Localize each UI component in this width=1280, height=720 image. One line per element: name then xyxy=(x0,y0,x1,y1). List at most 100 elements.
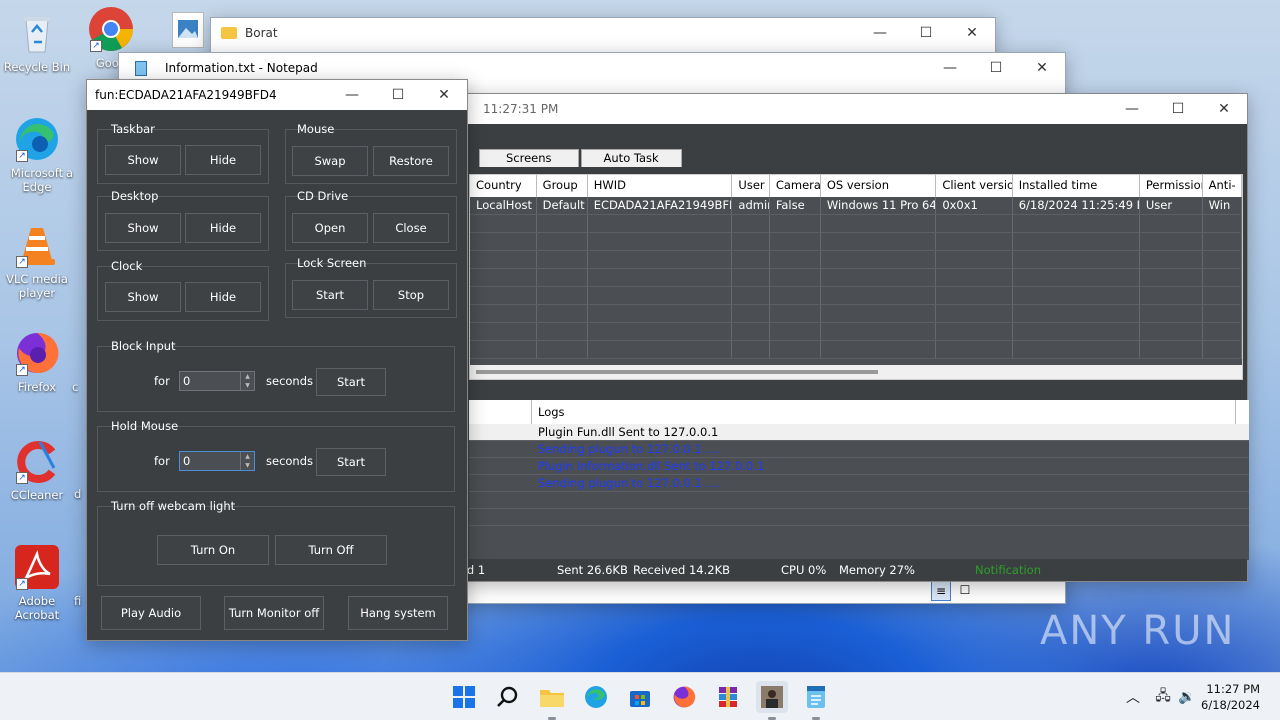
lock-screen-start-button[interactable]: Start xyxy=(292,280,368,310)
log-line[interactable]: Plugin Fun.dll Sent to 127.0.0.1 xyxy=(469,424,1249,441)
desktop-icon-edge[interactable]: ↗ Microsoft Edge xyxy=(0,116,74,194)
table-row[interactable] xyxy=(470,287,1242,305)
table-cell xyxy=(1203,233,1242,250)
taskbar-clock[interactable]: 11:27 PM 6/18/2024 xyxy=(1201,681,1260,713)
lock-screen-stop-button[interactable]: Stop xyxy=(373,280,449,310)
log-line[interactable]: Sending plugun to 127.0.0.1 .... xyxy=(469,475,1249,492)
minimize-button[interactable]: — xyxy=(927,53,973,83)
grid-column-header[interactable]: Installed time xyxy=(1013,175,1140,197)
table-row[interactable] xyxy=(470,269,1242,287)
maximize-button[interactable]: ☐ xyxy=(973,53,1019,83)
desktop-show-button[interactable]: Show xyxy=(105,213,181,243)
stepper-arrows-icon[interactable]: ▲ ▼ xyxy=(240,372,254,390)
desktop-icon-vlc[interactable]: ↗ VLC media player xyxy=(0,222,74,300)
close-button[interactable]: ✕ xyxy=(1019,53,1065,83)
start-button[interactable] xyxy=(448,681,480,713)
minimize-button[interactable]: — xyxy=(329,80,375,110)
grid-column-header[interactable]: OS version xyxy=(821,175,937,197)
table-row[interactable] xyxy=(470,323,1242,341)
grid-column-header[interactable]: Permission xyxy=(1140,175,1203,197)
edge-taskbar-button[interactable] xyxy=(580,681,612,713)
store-button[interactable] xyxy=(624,681,656,713)
log-line[interactable]: Plugin Information.dll Sent to 127.0.0.1 xyxy=(469,458,1249,475)
borat-explorer-window[interactable]: Borat — ☐ ✕ xyxy=(210,17,996,57)
table-cell: admin xyxy=(732,197,770,214)
maximize-button[interactable]: ☐ xyxy=(375,80,421,110)
stepper-arrows-icon[interactable]: ▲ ▼ xyxy=(240,452,254,470)
status-notification[interactable]: Notification xyxy=(975,563,1041,577)
desktop-hide-button[interactable]: Hide xyxy=(185,213,261,243)
cd-drive-close-button[interactable]: Close xyxy=(373,213,449,243)
clock-hide-button[interactable]: Hide xyxy=(185,282,261,312)
hold-mouse-seconds-label: seconds xyxy=(266,454,314,468)
taskbar-show-button[interactable]: Show xyxy=(105,145,181,175)
log-line[interactable]: Sending plugun to 127.0.0.1 .... xyxy=(469,441,1249,458)
image-file-icon[interactable] xyxy=(172,12,204,48)
grid-column-header[interactable]: Country xyxy=(470,175,537,197)
turn-monitor-off-button[interactable]: Turn Monitor off xyxy=(224,596,324,630)
close-button[interactable]: ✕ xyxy=(421,80,467,110)
window-title: fun:ECDADA21AFA21949BFD4 xyxy=(95,88,277,102)
mouse-restore-button[interactable]: Restore xyxy=(373,146,449,176)
tab-screens[interactable]: Screens xyxy=(479,149,579,167)
table-row[interactable] xyxy=(470,233,1242,251)
list-view-icon[interactable]: ≡ xyxy=(931,581,951,601)
horizontal-scrollbar[interactable] xyxy=(470,365,1242,379)
maximize-button[interactable]: ☐ xyxy=(1155,94,1201,124)
table-cell xyxy=(537,233,588,250)
notepad-taskbar-button[interactable] xyxy=(800,681,832,713)
play-audio-button[interactable]: Play Audio xyxy=(101,596,201,630)
grid-column-header[interactable]: User xyxy=(732,175,770,197)
logs-panel[interactable]: Logs Plugin Fun.dll Sent to 127.0.0.1 Sen… xyxy=(469,400,1249,560)
file-explorer-button[interactable] xyxy=(536,681,568,713)
table-row[interactable] xyxy=(470,341,1242,359)
hang-system-button[interactable]: Hang system xyxy=(348,596,448,630)
desktop-icon-firefox[interactable]: ↗ Firefox xyxy=(0,330,74,394)
chevron-up-icon[interactable]: ︿ xyxy=(1124,687,1142,707)
block-input-seconds-stepper[interactable]: 0 ▲ ▼ xyxy=(179,371,255,391)
mouse-group-label: Mouse xyxy=(297,122,335,136)
page-view-icon[interactable]: ☐ xyxy=(955,581,975,601)
tab-auto-task[interactable]: Auto Task xyxy=(580,149,682,167)
table-row[interactable] xyxy=(470,215,1242,233)
maximize-button[interactable]: ☐ xyxy=(903,18,949,48)
minimize-button[interactable]: — xyxy=(1109,94,1155,124)
log-line[interactable] xyxy=(469,492,1249,509)
network-icon[interactable]: 🖧 xyxy=(1150,685,1176,709)
rat-main-window[interactable]: 11:27:31 PM — ☐ ✕ Screens Auto Task Coun… xyxy=(448,93,1249,582)
volume-icon[interactable]: 🔉 xyxy=(1176,689,1198,705)
grid-column-header[interactable]: Anti- xyxy=(1203,175,1242,197)
table-row[interactable] xyxy=(470,251,1242,269)
clients-grid[interactable]: Country Group HWID User Camera OS version Clie… xyxy=(469,174,1243,380)
close-button[interactable]: ✕ xyxy=(1201,94,1247,124)
clock-show-button[interactable]: Show xyxy=(105,282,181,312)
firefox-taskbar-button[interactable] xyxy=(668,681,700,713)
winrar-taskbar-button[interactable] xyxy=(712,681,744,713)
table-cell: Windows 11 Pro 64bit xyxy=(821,197,937,214)
table-row[interactable] xyxy=(470,305,1242,323)
desktop-icon-acrobat[interactable]: ↗ Adobe Acrobat xyxy=(0,544,74,622)
table-cell xyxy=(1140,251,1203,268)
webcam-turn-off-button[interactable]: Turn Off xyxy=(275,535,387,565)
rat-taskbar-button[interactable] xyxy=(756,681,788,713)
cd-drive-open-button[interactable]: Open xyxy=(292,213,368,243)
table-row[interactable]: LocalHost Default ECDADA21AFA21949BFD4 admi… xyxy=(470,197,1242,215)
hold-mouse-start-button[interactable]: Start xyxy=(316,448,386,476)
grid-column-header[interactable]: Client version xyxy=(936,175,1013,197)
webcam-turn-on-button[interactable]: Turn On xyxy=(157,535,269,565)
table-cell xyxy=(470,269,537,286)
fun-window[interactable]: fun:ECDADA21AFA21949BFD4 — ☐ ✕ Taskbar S… xyxy=(86,79,468,641)
grid-column-header[interactable]: Group xyxy=(537,175,588,197)
search-button[interactable] xyxy=(492,681,524,713)
minimize-button[interactable]: — xyxy=(857,18,903,48)
block-input-start-button[interactable]: Start xyxy=(316,368,386,396)
desktop-icon-ccleaner[interactable]: ↗ CCleaner xyxy=(0,438,74,502)
log-line[interactable] xyxy=(469,509,1249,526)
close-button[interactable]: ✕ xyxy=(949,18,995,48)
hold-mouse-seconds-stepper[interactable]: 0 ▲ ▼ xyxy=(179,451,255,471)
desktop-icon-recycle-bin[interactable]: Recycle Bin xyxy=(0,10,74,74)
mouse-swap-button[interactable]: Swap xyxy=(292,146,368,176)
grid-column-header[interactable]: Camera xyxy=(770,175,821,197)
taskbar-hide-button[interactable]: Hide xyxy=(185,145,261,175)
grid-column-header[interactable]: HWID xyxy=(588,175,733,197)
